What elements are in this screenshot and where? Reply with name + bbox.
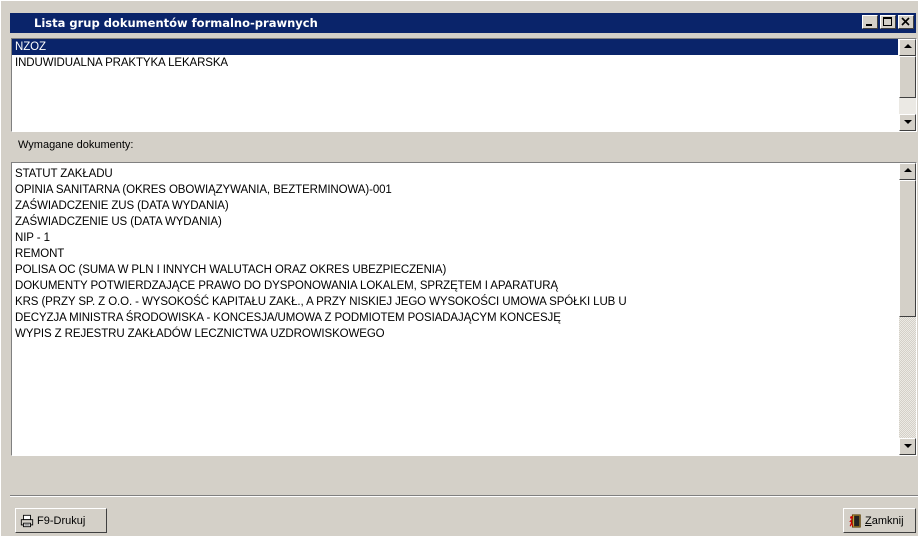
required-docs-items: STATUT ZAKŁADU OPINIA SANITARNA (OKRES OB… — [12, 166, 898, 455]
close-mnemonic: Z — [865, 514, 872, 527]
docs-scroll-down-button[interactable] — [899, 438, 916, 455]
arrow-up-icon — [904, 44, 912, 48]
close-button[interactable] — [898, 15, 914, 29]
bottom-divider — [10, 495, 918, 497]
main-window: Lista grup dokumentów formalno-prawnych … — [0, 0, 918, 536]
docs-scroll-thumb[interactable] — [899, 180, 916, 317]
printer-icon — [20, 514, 34, 527]
groups-scroll-thumb[interactable] — [899, 56, 916, 98]
close-label-rest: amknij — [871, 514, 904, 527]
close-window-button[interactable]: Zamknij — [843, 508, 916, 533]
door-exit-icon — [849, 513, 861, 528]
groups-list[interactable]: NZOZ INDUWIDUALNA PRAKTYKA LEKARSKA — [11, 38, 917, 132]
required-docs-label: Wymagane dokumenty: — [18, 139, 134, 151]
maximize-icon — [883, 17, 892, 26]
minimize-button[interactable] — [862, 15, 878, 29]
groups-list-items: NZOZ INDUWIDUALNA PRAKTYKA LEKARSKA — [12, 39, 898, 131]
print-button-label: F9-Drukuj — [37, 514, 86, 527]
docs-scroll-up-button[interactable] — [899, 163, 916, 180]
close-window-button-label: Zamknij — [865, 515, 904, 527]
window-title: Lista grup dokumentów formalno-prawnych — [34, 16, 318, 30]
required-doc-item[interactable]: NIP - 1 — [12, 230, 898, 246]
groups-scrollbar[interactable] — [899, 39, 916, 131]
required-doc-item[interactable]: POLISA OC (SUMA W PLN I INNYCH WALUTACH … — [12, 262, 898, 278]
groups-scroll-down-button[interactable] — [899, 114, 916, 131]
arrow-down-icon — [904, 444, 912, 448]
print-button[interactable]: F9-Drukuj — [15, 508, 107, 533]
arrow-up-icon — [904, 168, 912, 172]
required-doc-item[interactable]: ZAŚWIADCZENIE ZUS (DATA WYDANIA) — [12, 198, 898, 214]
arrow-down-icon — [904, 120, 912, 124]
required-doc-item[interactable]: ZAŚWIADCZENIE US (DATA WYDANIA) — [12, 214, 898, 230]
docs-scrollbar[interactable] — [899, 163, 916, 455]
required-doc-item[interactable]: WYPIS Z REJESTRU ZAKŁADÓW LECZNICTWA UZD… — [12, 326, 898, 342]
groups-scroll-up-button[interactable] — [899, 39, 916, 56]
close-icon — [901, 17, 910, 26]
maximize-button[interactable] — [880, 15, 896, 29]
required-docs-list[interactable]: STATUT ZAKŁADU OPINIA SANITARNA (OKRES OB… — [11, 162, 917, 456]
window-controls — [862, 15, 914, 31]
required-doc-item[interactable]: REMONT — [12, 246, 898, 262]
required-doc-item[interactable]: DOKUMENTY POTWIERDZAJĄCE PRAWO DO DYSPON… — [12, 278, 898, 294]
minimize-icon — [866, 24, 872, 26]
required-doc-item[interactable]: OPINIA SANITARNA (OKRES OBOWIĄZYWANIA, B… — [12, 182, 898, 198]
required-doc-item[interactable]: KRS (PRZY SP. Z O.O. - WYSOKOŚĆ KAPITAŁU… — [12, 294, 898, 310]
group-list-item[interactable]: INDUWIDUALNA PRAKTYKA LEKARSKA — [12, 55, 898, 71]
required-doc-item[interactable]: DECYZJA MINISTRA ŚRODOWISKA - KONCESJA/U… — [12, 310, 898, 326]
required-doc-item[interactable]: STATUT ZAKŁADU — [12, 166, 898, 182]
title-bar[interactable]: Lista grup dokumentów formalno-prawnych — [10, 13, 916, 33]
group-list-item[interactable]: NZOZ — [12, 39, 898, 55]
